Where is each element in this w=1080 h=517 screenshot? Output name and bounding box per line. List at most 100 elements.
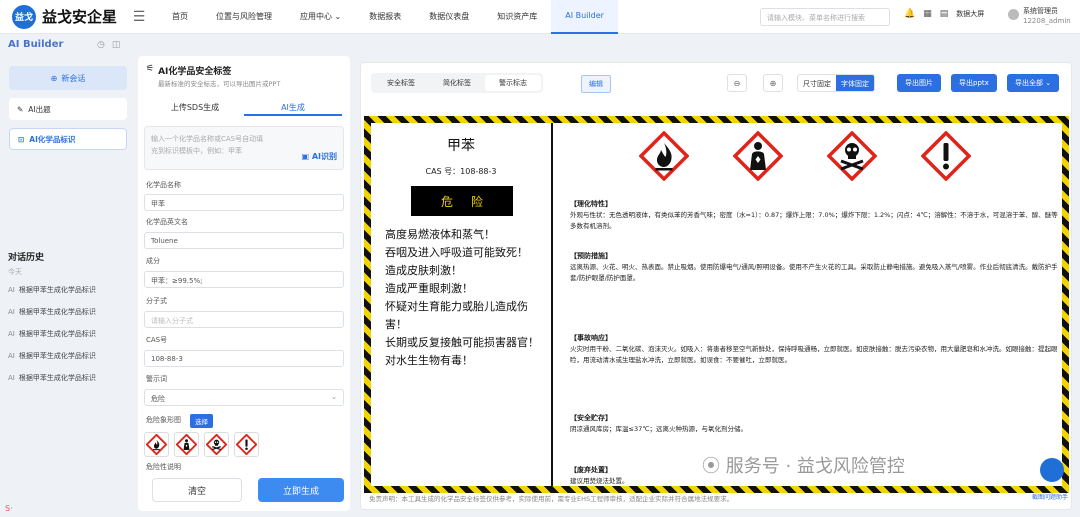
avatar (1008, 9, 1019, 20)
sidebar-item-ai-chemical-label[interactable]: ⊡ AI化学品标识 (9, 128, 127, 150)
history-clock-icon[interactable]: ◷ (97, 40, 105, 50)
section-title: 【理化特性】 (570, 200, 612, 208)
new-chat-button[interactable]: ⊕ 新会话 (9, 66, 127, 90)
skull-icon (827, 131, 877, 181)
chat-icon: AI (8, 286, 15, 294)
preview-panel: 安全标签 简化标签 警示标志 编辑 ⊖ ⊕ 尺寸固定 字体固定 导出图片 导出p… (360, 62, 1072, 510)
user-id: 12208_admin (1023, 17, 1071, 25)
app-logo[interactable]: 益戈 益戈安企星 (0, 4, 140, 29)
english-name-label: 化学品英文名 (146, 218, 188, 226)
history-item-label: 根据甲苯生成化学品标识 (18, 330, 96, 338)
chat-icon: AI (8, 330, 15, 338)
tab-upload-sds[interactable]: 上传SDS生成 (146, 96, 244, 116)
skull-icon[interactable] (204, 432, 229, 457)
logo-mark-icon: 益戈 (12, 4, 36, 29)
sidebar-title: AI Builder (8, 39, 64, 50)
section-precautions: 【预防措施】 远离热源、火花、明火、热表面。禁止吸烟。使用防爆电气/通风/照明设… (570, 251, 1060, 284)
nav-dashboard[interactable]: 数据仪表盘 (415, 0, 483, 34)
chat-icon: AI (8, 308, 15, 316)
hazard-statement: 高度易燃液体和蒸气！ (385, 228, 495, 241)
nav-location-risk[interactable]: 位置与风险管理 (202, 0, 286, 34)
history-item[interactable]: AI 根据甲苯生成化学品标识 (8, 329, 96, 339)
user-menu[interactable]: 系统管理员 12208_admin (1008, 6, 1071, 26)
hazard-statement: 造成皮肤刺激！ (385, 264, 462, 277)
export-image-button[interactable]: 导出图片 (897, 74, 941, 92)
chat-icon: AI (8, 352, 15, 360)
qrcode-icon[interactable]: ▦ (923, 9, 932, 19)
tab-warning-sign[interactable]: 警示标志 (485, 75, 541, 91)
ai-recognize-button[interactable]: ▣ AI识别 (301, 151, 337, 163)
history-item[interactable]: AI 根据甲苯生成化学品标识 (8, 351, 96, 361)
disclaimer: 免责声明：本工具生成的化学品安全标签仅供参考，实际使用前，需专业EHS工程师审核… (369, 495, 734, 503)
selected-pictograms (144, 432, 259, 457)
formula-field[interactable]: 请输入分子式 (144, 311, 344, 328)
ai-query-input[interactable]: 输入一个化学品名称或CAS号自动填 充到标识模板中，例如：甲苯 ▣ AI识别 (144, 126, 344, 170)
nav-knowledge[interactable]: 知识资产库 (483, 0, 551, 34)
size-mode-toggle: 尺寸固定 字体固定 (797, 74, 875, 92)
ai-query-placeholder-1: 输入一个化学品名称或CAS号自动填 (151, 135, 264, 143)
cas-field[interactable]: 108-88-3 (144, 350, 344, 367)
sidebar-tools: ◷ ◫ (97, 40, 120, 50)
chevron-down-icon: ⌄ (331, 393, 337, 401)
english-name-field[interactable]: Toluene (144, 232, 344, 249)
signal-word-label: 警示词 (146, 375, 167, 383)
bell-icon[interactable]: 🔔 (904, 9, 915, 19)
nav-ai-builder[interactable]: AI Builder (551, 0, 618, 34)
clear-button[interactable]: 清空 (152, 478, 242, 502)
menu-toggle-icon[interactable]: ☰ (128, 9, 150, 25)
ai-icon: ▣ (301, 152, 310, 161)
signal-word-select[interactable]: 危险 ⌄ (144, 389, 344, 406)
nav-app-center[interactable]: 应用中心 ⌄ (286, 0, 355, 34)
section-response: 【事故响应】 火灾时用干粉、二氧化碳、泡沫灭火。如吸入：将患者移至空气新鲜处，保… (570, 333, 1060, 366)
sidebar-item-ai-quiz[interactable]: ✎ AI出题 (9, 98, 127, 120)
chemical-name-field[interactable]: 甲苯 (144, 194, 344, 211)
watermark-text: 服务号 · 益戈风险管控 (725, 456, 905, 477)
assistant-bot-icon[interactable] (1040, 458, 1064, 482)
history-item[interactable]: AI 根据甲苯生成化学品标识 (8, 285, 96, 295)
bigscreen-icon[interactable]: ▤ (940, 9, 949, 19)
export-ppt-button[interactable]: 导出pptx (951, 74, 997, 92)
collapse-panel-icon[interactable]: ◫ (112, 40, 121, 50)
tab-safety-label[interactable]: 安全标签 (373, 75, 429, 91)
history-item[interactable]: AI 根据甲苯生成化学品标识 (8, 307, 96, 317)
zoom-out-icon[interactable]: ⊖ (727, 74, 747, 92)
new-chat-label: 新会话 (61, 73, 86, 83)
edit-icon: ✎ (17, 104, 24, 114)
user-name: 系统管理员 (1023, 7, 1058, 15)
nav-data-report[interactable]: 数据报表 (355, 0, 415, 34)
watermark: ⦿ 服务号 · 益戈风险管控 (702, 456, 905, 477)
font-fixed-option[interactable]: 字体固定 (836, 75, 874, 91)
tab-ai-generate[interactable]: AI生成 (244, 96, 342, 116)
bigscreen-link[interactable]: 数据大屏 (956, 9, 984, 19)
flame-icon[interactable] (144, 432, 169, 457)
exclamation-icon[interactable] (234, 432, 259, 457)
choose-pictogram-button[interactable]: 选择 (190, 414, 213, 428)
search-input[interactable]: 请输入模块、菜单名称进行搜索 (760, 8, 890, 26)
composition-label: 成分 (146, 257, 160, 265)
corner-logo-icon[interactable]: S· (5, 504, 13, 513)
assistant-badge[interactable]: 截图问题助手 (1032, 492, 1068, 501)
generate-button[interactable]: 立即生成 (258, 478, 344, 502)
label-pictograms (639, 131, 971, 181)
hazard-statement: 造成严重眼刺激！ (385, 282, 473, 295)
edit-button[interactable]: 编辑 (581, 75, 611, 93)
label-left-column: 甲苯 CAS 号：108-88-3 危险 高度易燃液体和蒸气！ 吞咽及进入呼吸道… (371, 123, 553, 486)
health-hazard-icon (733, 131, 783, 181)
zoom-in-icon[interactable]: ⊕ (763, 74, 783, 92)
hazard-statement: 对水生生物有毒！ (385, 354, 473, 367)
chat-icon: AI (8, 374, 15, 382)
tab-simplified-label[interactable]: 简化标签 (429, 75, 485, 91)
export-all-button[interactable]: 导出全部 ⌄ (1007, 74, 1060, 92)
size-fixed-option[interactable]: 尺寸固定 (798, 75, 836, 91)
nav-home[interactable]: 首页 (158, 0, 202, 34)
top-icons: 🔔 ▦ ▤ 数据大屏 (904, 9, 984, 19)
health-hazard-icon[interactable] (174, 432, 199, 457)
composition-field[interactable]: 甲苯：≥99.5%; (144, 271, 344, 288)
chevron-down-icon: ⌄ (334, 12, 342, 21)
hazard-statement-label: 危险性说明 (146, 463, 181, 471)
new-chat-icon: ⊕ (50, 73, 58, 83)
section-text: 阴凉通风库房；库温≤37℃；远离火种热源，与氧化剂分储。 (570, 425, 748, 433)
sidebar: AI Builder ◷ ◫ ⊕ 新会话 ✎ AI出题 ⊡ AI化学品标识 对话… (0, 34, 136, 517)
history-item[interactable]: AI 根据甲苯生成化学品标识 (8, 373, 96, 383)
history-item-label: 根据甲苯生成化学品标识 (18, 352, 96, 360)
